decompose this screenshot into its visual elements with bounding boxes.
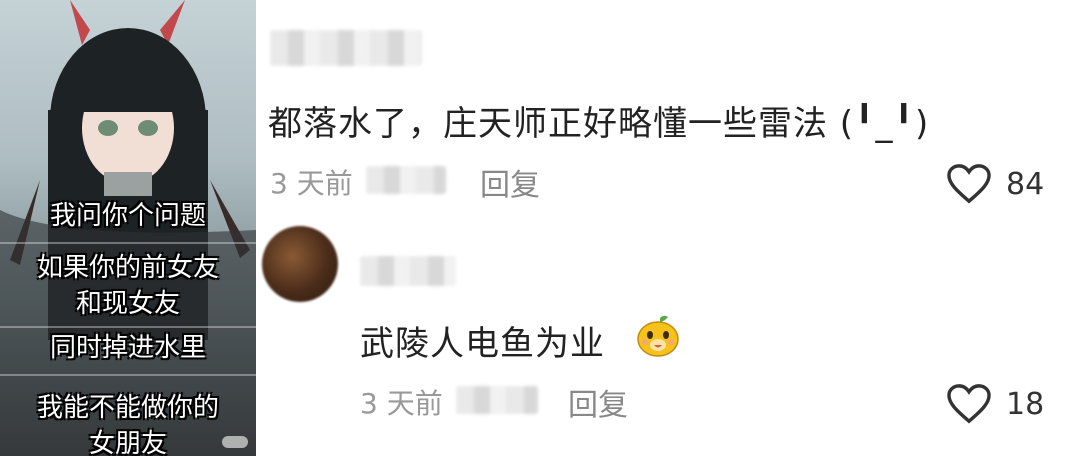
like-button[interactable]: 84	[946, 163, 1044, 205]
reply-button[interactable]: 回复	[480, 160, 540, 204]
like-button[interactable]: 18	[946, 383, 1044, 425]
ip-location-blurred	[456, 386, 538, 414]
meme-caption: 如果你的前女友 和现女友	[36, 253, 219, 319]
reply-button[interactable]: 回复	[568, 380, 628, 424]
comment-time: 3 天前	[360, 387, 443, 420]
comment-time: 3 天前	[270, 167, 353, 200]
like-count: 18	[1006, 386, 1045, 422]
username-blurred[interactable]	[360, 256, 456, 286]
like-count: 84	[1006, 166, 1045, 202]
bear-face-emoji-icon	[637, 315, 679, 357]
meme-image[interactable]: 我问你个问题 如果你的前女友 和现女友 同时掉进水里 我能不能做你的 女朋友	[0, 0, 256, 456]
comment-text: 武陵人电鱼为业	[360, 324, 605, 364]
meme-caption: 同时掉进水里	[49, 333, 206, 363]
watermark-icon	[222, 436, 248, 448]
heart-icon	[947, 384, 991, 424]
comment-text: 都落水了，庄天师正好略懂一些雷法 (╹_╹)	[268, 104, 930, 144]
ip-location-blurred	[366, 166, 446, 194]
username-blurred[interactable]	[270, 30, 422, 66]
meme-caption: 我问你个问题	[49, 201, 206, 231]
meme-caption: 我能不能做你的 女朋友	[36, 393, 219, 456]
avatar[interactable]	[262, 226, 338, 302]
heart-icon	[947, 164, 991, 204]
